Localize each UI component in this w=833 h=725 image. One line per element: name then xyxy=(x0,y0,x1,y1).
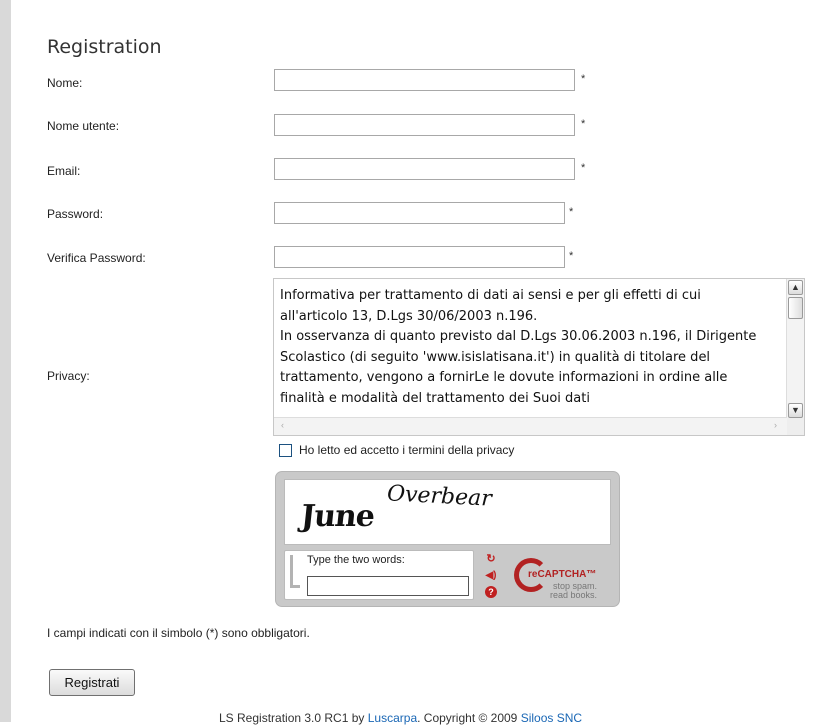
captcha-word-1: June xyxy=(299,499,376,534)
nome-utente-label: Nome utente: xyxy=(47,119,120,133)
captcha-response-area: Type the two words: xyxy=(284,550,474,600)
footer-copyright: . Copyright © 2009 xyxy=(417,711,518,725)
scroll-up-icon[interactable]: ▲ xyxy=(788,280,803,295)
captcha-image: June Overbear xyxy=(284,479,611,545)
privacy-label: Privacy: xyxy=(47,369,90,383)
recaptcha-tagline: stop spam. read books. xyxy=(550,582,597,600)
footer-company-link[interactable]: Siloos SNC xyxy=(521,711,582,725)
captcha-word-2: Overbear xyxy=(386,481,493,512)
verifica-password-required-mark: * xyxy=(569,250,574,262)
password-label: Password: xyxy=(47,207,104,221)
recaptcha-tagline-2: read books. xyxy=(550,590,598,600)
privacy-vertical-scrollbar[interactable]: ▲ ▼ xyxy=(786,279,804,419)
privacy-accept-checkbox[interactable] xyxy=(279,444,292,457)
arrow-icon xyxy=(290,555,300,588)
required-fields-note: I campi indicati con il simbolo (*) sono… xyxy=(47,626,310,640)
recaptcha-logo-text: reCAPTCHA™ xyxy=(528,569,597,580)
privacy-textarea[interactable]: Informativa per trattamento di dati ai s… xyxy=(273,278,805,436)
scroll-down-icon[interactable]: ▼ xyxy=(788,403,803,418)
footer-product: LS Registration 3.0 RC1 by xyxy=(219,711,365,725)
privacy-horizontal-scrollbar[interactable]: ‹ › xyxy=(274,417,787,435)
password-required-mark: * xyxy=(569,206,574,218)
captcha-prompt: Type the two words: xyxy=(307,554,405,566)
footer-author-link[interactable]: Luscarpa xyxy=(368,711,417,725)
audio-icon[interactable]: ◀) xyxy=(483,569,499,583)
recaptcha-widget: June Overbear Type the two words: ↻ ◀) ?… xyxy=(275,471,620,607)
left-border-bar xyxy=(0,0,11,722)
nome-utente-input[interactable] xyxy=(274,114,575,136)
scroll-left-icon[interactable]: ‹ xyxy=(275,419,290,434)
refresh-icon[interactable]: ↻ xyxy=(483,552,499,566)
nome-label: Nome: xyxy=(47,76,83,90)
nome-utente-required-mark: * xyxy=(581,118,586,130)
email-label: Email: xyxy=(47,164,81,178)
nome-input[interactable] xyxy=(274,69,575,91)
password-input[interactable] xyxy=(274,202,565,224)
captcha-input[interactable] xyxy=(307,576,469,596)
footer: LS Registration 3.0 RC1 by Luscarpa. Cop… xyxy=(219,711,582,725)
scrollbar-corner xyxy=(787,418,804,435)
scroll-right-icon[interactable]: › xyxy=(768,419,783,434)
verifica-password-input[interactable] xyxy=(274,246,565,268)
verifica-password-label: Verifica Password: xyxy=(47,251,146,265)
scroll-thumb[interactable] xyxy=(788,297,803,319)
email-input[interactable] xyxy=(274,158,575,180)
help-icon[interactable]: ? xyxy=(485,586,497,598)
page-title: Registration xyxy=(47,36,162,58)
nome-required-mark: * xyxy=(581,73,586,85)
register-button[interactable]: Registrati xyxy=(49,669,135,696)
privacy-text: Informativa per trattamento di dati ai s… xyxy=(280,288,757,406)
email-required-mark: * xyxy=(581,162,586,174)
privacy-accept-label: Ho letto ed accetto i termini della priv… xyxy=(299,443,515,457)
